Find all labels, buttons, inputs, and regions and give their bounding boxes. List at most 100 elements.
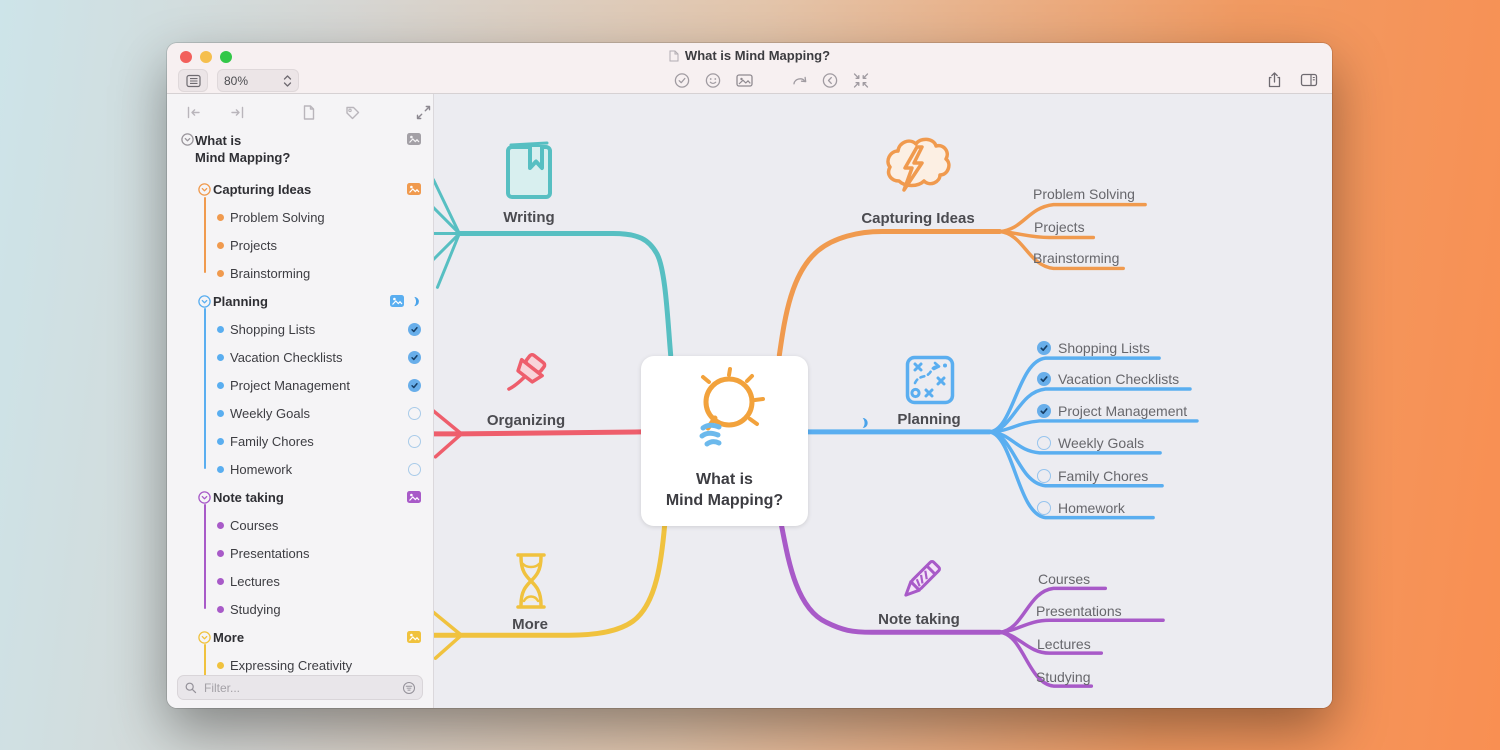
bullet-icon bbox=[217, 213, 224, 221]
task-unchecked-icon[interactable] bbox=[408, 462, 421, 476]
node-lectures[interactable]: Lectures bbox=[1037, 636, 1091, 652]
task-checked-icon[interactable] bbox=[1037, 404, 1051, 418]
chevron-down-icon[interactable] bbox=[181, 133, 194, 146]
task-unchecked-icon[interactable] bbox=[408, 434, 421, 448]
filter-menu-icon[interactable] bbox=[402, 681, 416, 695]
node-note-taking[interactable]: Note taking bbox=[859, 611, 979, 628]
node-vacation-checklists[interactable]: Vacation Checklists bbox=[1058, 371, 1179, 387]
node-homework[interactable]: Homework bbox=[1058, 500, 1125, 516]
outline-item-label: Brainstorming bbox=[230, 265, 311, 281]
expand-outline-icon[interactable] bbox=[415, 103, 432, 121]
node-more[interactable]: More bbox=[478, 616, 582, 633]
node-project-management[interactable]: Project Management bbox=[1058, 403, 1187, 419]
node-shopping-lists[interactable]: Shopping Lists bbox=[1058, 340, 1150, 356]
outline-item-label: Presentations bbox=[230, 545, 310, 561]
app-window: What is Mind Mapping? 80% What is Mind M… bbox=[167, 43, 1332, 708]
node-courses[interactable]: Courses bbox=[1038, 571, 1090, 587]
outline-item[interactable]: Homework bbox=[167, 455, 433, 483]
undo-icon[interactable] bbox=[790, 71, 808, 89]
task-unchecked-icon[interactable] bbox=[1037, 469, 1051, 483]
window-title-area: What is Mind Mapping? bbox=[167, 48, 1332, 65]
task-unchecked-icon[interactable] bbox=[408, 406, 421, 420]
outline-item-capturing-ideas[interactable]: Capturing Ideas bbox=[167, 175, 433, 203]
brainstorm-cloud-icon[interactable] bbox=[883, 135, 951, 204]
document-proxy-icon bbox=[669, 50, 679, 65]
bullet-icon bbox=[217, 549, 224, 557]
progress-half-icon bbox=[858, 416, 870, 434]
node-family-chores[interactable]: Family Chores bbox=[1058, 468, 1148, 484]
outline-item-label: Problem Solving bbox=[230, 209, 325, 225]
progress-half-icon bbox=[414, 296, 419, 306]
image-icon[interactable] bbox=[735, 71, 753, 89]
outline-item-label: Courses bbox=[230, 517, 279, 533]
outline-item[interactable]: Projects bbox=[167, 231, 433, 259]
outline-item[interactable]: Problem Solving bbox=[167, 203, 433, 231]
zoom-to-fit-icon[interactable] bbox=[852, 71, 870, 89]
previous-node-icon[interactable] bbox=[821, 71, 839, 89]
pencil-icon[interactable] bbox=[893, 554, 947, 613]
node-capturing-ideas[interactable]: Capturing Ideas bbox=[838, 210, 998, 227]
outline-item-label: Shopping Lists bbox=[230, 321, 316, 337]
sidebar-toggle-button[interactable] bbox=[178, 69, 208, 92]
document-icon[interactable] bbox=[301, 103, 317, 121]
outline-item-more[interactable]: More bbox=[167, 623, 433, 651]
strategy-board-icon[interactable] bbox=[904, 354, 956, 411]
node-writing[interactable]: Writing bbox=[469, 209, 589, 226]
tag-icon[interactable] bbox=[344, 103, 361, 121]
task-unchecked-icon[interactable] bbox=[1037, 501, 1051, 515]
outline-item[interactable]: Weekly Goals bbox=[167, 399, 433, 427]
book-icon[interactable] bbox=[503, 140, 555, 207]
node-presentations[interactable]: Presentations bbox=[1036, 603, 1122, 619]
outline-item-label: Family Chores bbox=[230, 433, 314, 449]
outline-item[interactable]: Lectures bbox=[167, 567, 433, 595]
node-projects[interactable]: Projects bbox=[1034, 219, 1085, 235]
task-checked-icon[interactable] bbox=[1037, 341, 1051, 355]
filter-input[interactable] bbox=[202, 679, 398, 696]
zoom-level: 80% bbox=[224, 73, 249, 88]
bullet-icon bbox=[217, 409, 224, 417]
task-check-icon[interactable] bbox=[673, 71, 691, 89]
task-checked-icon[interactable] bbox=[1037, 372, 1051, 386]
outline-item-label: Weekly Goals bbox=[230, 405, 310, 421]
outline-item[interactable]: Shopping Lists bbox=[167, 315, 433, 343]
outline-item[interactable]: Presentations bbox=[167, 539, 433, 567]
outline-item[interactable]: Project Management bbox=[167, 371, 433, 399]
outline-item-label: Projects bbox=[230, 237, 277, 253]
mindmap-canvas[interactable]: Writing Capturing Ideas Planning Organiz… bbox=[434, 94, 1332, 708]
outline-item[interactable]: Courses bbox=[167, 511, 433, 539]
node-weekly-goals[interactable]: Weekly Goals bbox=[1058, 435, 1144, 451]
outline-item-note-taking[interactable]: Note taking bbox=[167, 483, 433, 511]
pushpin-icon[interactable] bbox=[500, 352, 554, 411]
filter-bar bbox=[177, 675, 423, 700]
emoji-sticker-icon[interactable] bbox=[704, 71, 722, 89]
node-planning[interactable]: Planning bbox=[879, 411, 979, 428]
hourglass-icon[interactable] bbox=[508, 549, 554, 620]
central-node[interactable]: What is Mind Mapping? bbox=[641, 356, 808, 526]
outline-item[interactable]: Studying bbox=[167, 595, 433, 623]
task-unchecked-icon[interactable] bbox=[1037, 436, 1051, 450]
outline-item-planning[interactable]: Planning bbox=[167, 287, 433, 315]
chevron-down-icon[interactable] bbox=[198, 490, 211, 504]
inspector-toggle-icon[interactable] bbox=[1300, 71, 1318, 89]
chevron-down-icon[interactable] bbox=[198, 182, 211, 196]
node-problem-solving[interactable]: Problem Solving bbox=[1033, 186, 1135, 202]
task-checked-icon[interactable] bbox=[408, 350, 421, 364]
node-organizing[interactable]: Organizing bbox=[464, 412, 588, 429]
stepper-icon[interactable] bbox=[283, 74, 292, 88]
expand-all-icon[interactable] bbox=[229, 103, 246, 121]
outline-item-label: Project Management bbox=[230, 377, 350, 393]
node-brainstorming[interactable]: Brainstorming bbox=[1033, 250, 1119, 266]
chevron-down-icon[interactable] bbox=[198, 630, 211, 644]
outline-item[interactable]: Brainstorming bbox=[167, 259, 433, 287]
share-icon[interactable] bbox=[1265, 71, 1283, 89]
task-checked-icon[interactable] bbox=[408, 378, 421, 392]
collapse-all-icon[interactable] bbox=[185, 103, 202, 121]
zoom-control[interactable]: 80% bbox=[217, 69, 299, 92]
task-checked-icon[interactable] bbox=[408, 322, 421, 336]
outline-item[interactable]: Family Chores bbox=[167, 427, 433, 455]
outline-item-root[interactable]: What is Mind Mapping? bbox=[167, 130, 433, 170]
outline-item[interactable]: Vacation Checklists bbox=[167, 343, 433, 371]
node-studying[interactable]: Studying bbox=[1036, 669, 1090, 685]
chevron-down-icon[interactable] bbox=[198, 294, 211, 308]
image-badge-icon bbox=[407, 631, 421, 643]
